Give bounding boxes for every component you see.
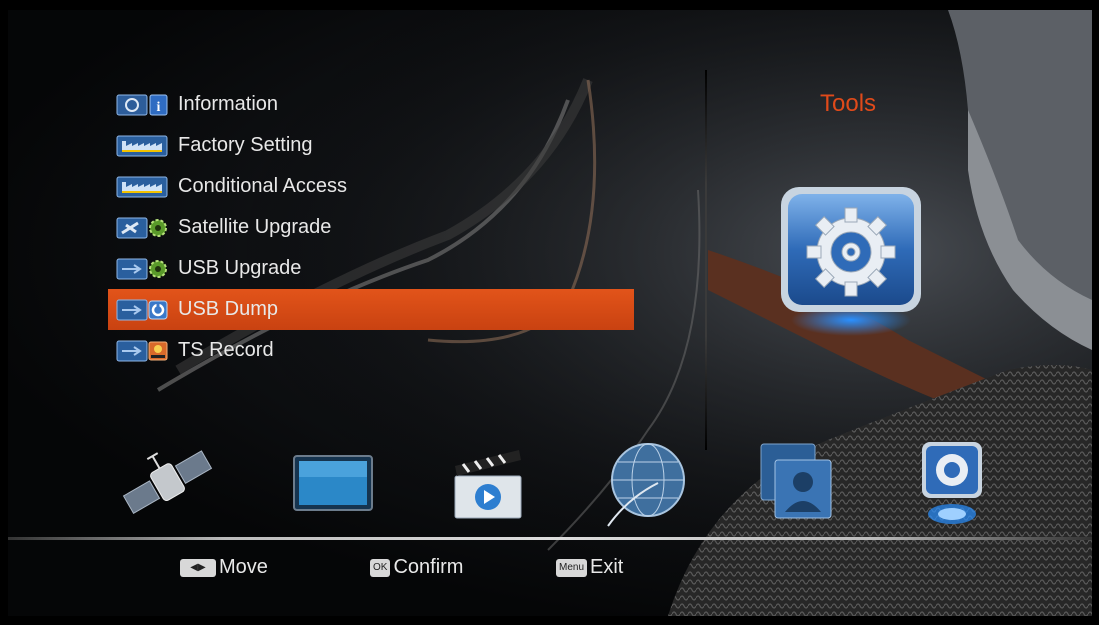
svg-text:i: i	[157, 100, 161, 115]
menu-item-label: TS Record	[178, 339, 274, 361]
menu-item-label: USB Dump	[178, 298, 279, 320]
tools-icon[interactable]	[908, 438, 998, 533]
menu-item-label: Satellite Upgrade	[178, 216, 332, 238]
menu-item-satellite-upgrade[interactable]: Satellite Upgrade	[108, 207, 638, 248]
footer-separator	[8, 537, 1092, 540]
menu-item-ts-record[interactable]: TS Record	[108, 330, 638, 371]
exit-label: Exit	[590, 556, 624, 578]
tools-gear-icon	[781, 187, 921, 336]
usb-dump-icon	[116, 299, 168, 321]
menu-item-label: Information	[178, 93, 279, 115]
menu-item-label: Conditional Access	[178, 175, 347, 197]
menu-item-conditional-access[interactable]: Conditional Access	[108, 166, 638, 207]
tv-icon[interactable]	[288, 438, 378, 528]
menu-item-usb-dump[interactable]: USB Dump	[108, 289, 634, 330]
tv-screen: i Information Factory Setting Conditiona…	[8, 10, 1092, 616]
confirm-hint: OK Confirm	[370, 556, 463, 579]
arrow-keys-icon: ◀▶	[180, 558, 216, 577]
menu-item-label: Factory Setting	[178, 134, 313, 156]
ts-record-icon	[116, 340, 168, 362]
globe-icon[interactable]	[598, 438, 698, 528]
photos-icon[interactable]	[753, 438, 843, 528]
ok-key-icon: OK	[370, 558, 391, 577]
factory-icon	[116, 135, 168, 157]
move-hint: ◀▶ Move	[180, 556, 268, 579]
usb-gear-icon	[116, 258, 168, 280]
clapperboard-icon[interactable]	[443, 438, 533, 528]
menu-key-icon: Menu	[556, 558, 588, 577]
info-icon: i	[116, 94, 168, 116]
main-menu-icon-bar	[118, 438, 998, 528]
footer-hints: ◀▶ Move OK Confirm Menu Exit	[8, 556, 708, 586]
menu-item-usb-upgrade[interactable]: USB Upgrade	[108, 248, 638, 289]
satellite-gear-icon	[116, 217, 168, 239]
menu-item-information[interactable]: i Information	[108, 84, 638, 125]
tools-menu: i Information Factory Setting Conditiona…	[108, 84, 638, 371]
panel-title: Tools	[820, 90, 877, 117]
menu-item-factory-setting[interactable]: Factory Setting	[108, 125, 638, 166]
factory-icon	[116, 176, 168, 198]
menu-item-label: USB Upgrade	[178, 257, 302, 279]
exit-hint: Menu Exit	[556, 556, 623, 579]
confirm-label: Confirm	[393, 556, 464, 578]
move-label: Move	[219, 556, 268, 578]
panel-divider	[705, 70, 707, 450]
satellite-icon[interactable]	[118, 438, 218, 528]
